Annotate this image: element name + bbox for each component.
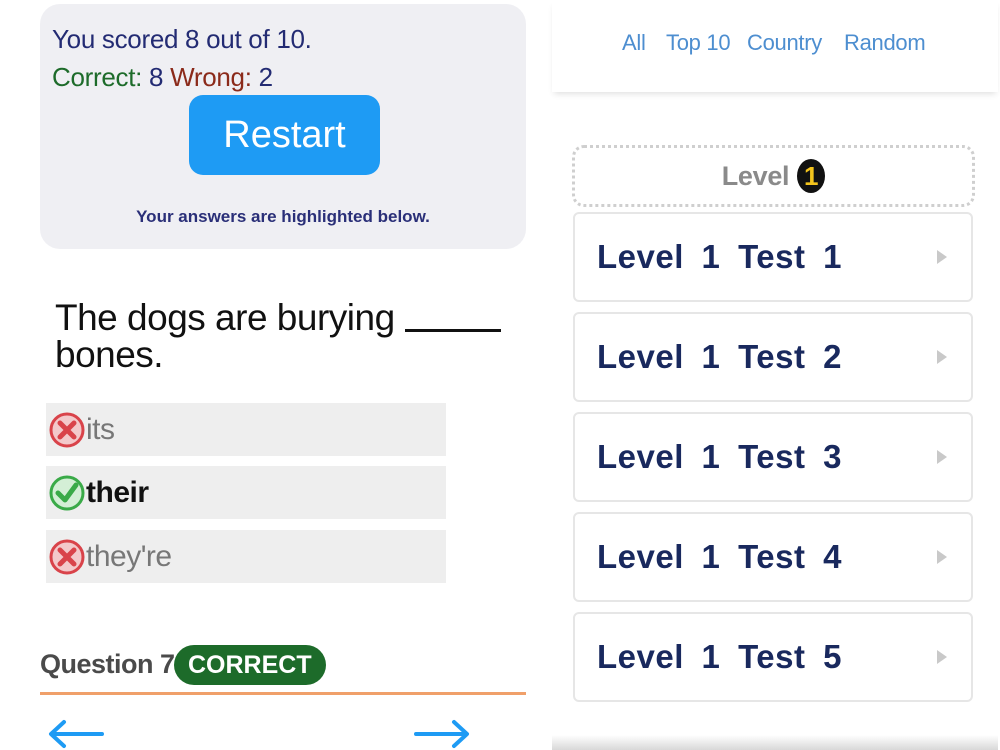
chevron-right-icon (937, 350, 947, 364)
nav-link-all[interactable]: All (622, 30, 646, 56)
x-circle-icon (49, 412, 85, 447)
chevron-right-icon (937, 650, 947, 664)
test-item-label: Level 1 Test 1 (597, 238, 843, 275)
correct-count: 8 (149, 62, 164, 92)
correct-label: Correct: (52, 62, 143, 92)
chevron-right-icon (937, 550, 947, 564)
x-circle-icon (49, 539, 85, 574)
question-footer: Question 7 CORRECT (40, 645, 526, 695)
question-stem-end: bones. (55, 334, 164, 375)
test-item-3[interactable]: Level 1 Test 3 (573, 412, 973, 502)
nav-link-random[interactable]: Random (844, 30, 926, 56)
chevron-right-icon (937, 450, 947, 464)
nav-link-country[interactable]: Country (747, 30, 822, 56)
score-card: You scored 8 out of 10. Correct: 8 Wrong… (40, 4, 526, 249)
status-badge: CORRECT (174, 645, 326, 685)
answer-option-theyre[interactable]: they're (46, 530, 446, 583)
restart-button[interactable]: Restart (189, 95, 380, 175)
test-item-4[interactable]: Level 1 Test 4 (573, 512, 973, 602)
score-counts: Correct: 8 Wrong: 2 (52, 62, 273, 93)
question-stem: The dogs are burying (55, 297, 395, 338)
answer-text: they're (86, 539, 172, 573)
test-item-label: Level 1 Test 3 (597, 438, 843, 475)
test-item-5[interactable]: Level 1 Test 5 (573, 612, 973, 702)
score-text: You scored 8 out of 10. (52, 24, 312, 54)
test-browser-panel: All Top 10 Country Random Level 1 Level … (548, 0, 1000, 750)
wrong-count: 2 (258, 62, 273, 92)
test-item-2[interactable]: Level 1 Test 2 (573, 312, 973, 402)
question-number: Question 7 (40, 649, 175, 679)
bottom-edge-shadow (552, 735, 998, 750)
nav-link-top10[interactable]: Top 10 (666, 30, 731, 56)
quiz-results-panel: You scored 8 out of 10. Correct: 8 Wrong… (0, 0, 548, 750)
level-header: Level 1 (572, 145, 975, 207)
level-label: Level (721, 160, 790, 191)
test-item-1[interactable]: Level 1 Test 1 (573, 212, 973, 302)
test-item-label: Level 1 Test 5 (597, 638, 843, 675)
answer-text: its (86, 412, 115, 446)
test-item-label: Level 1 Test 2 (597, 338, 843, 375)
answer-option-its[interactable]: its (46, 403, 446, 456)
test-item-label: Level 1 Test 4 (597, 538, 843, 575)
top-nav: All Top 10 Country Random (552, 0, 998, 92)
arrow-left-icon[interactable] (46, 712, 106, 750)
answer-text: their (86, 475, 149, 509)
chevron-right-icon (937, 250, 947, 264)
check-circle-icon (49, 475, 85, 510)
question-text: The dogs are burying bones. (55, 299, 515, 373)
wrong-label: Wrong: (170, 62, 252, 92)
answer-option-their[interactable]: their (46, 466, 446, 519)
answer-blank (404, 306, 501, 332)
arrow-right-icon[interactable] (412, 712, 472, 750)
level-number-badge: 1 (797, 159, 826, 193)
answers-hint: Your answers are highlighted below. (136, 207, 430, 226)
